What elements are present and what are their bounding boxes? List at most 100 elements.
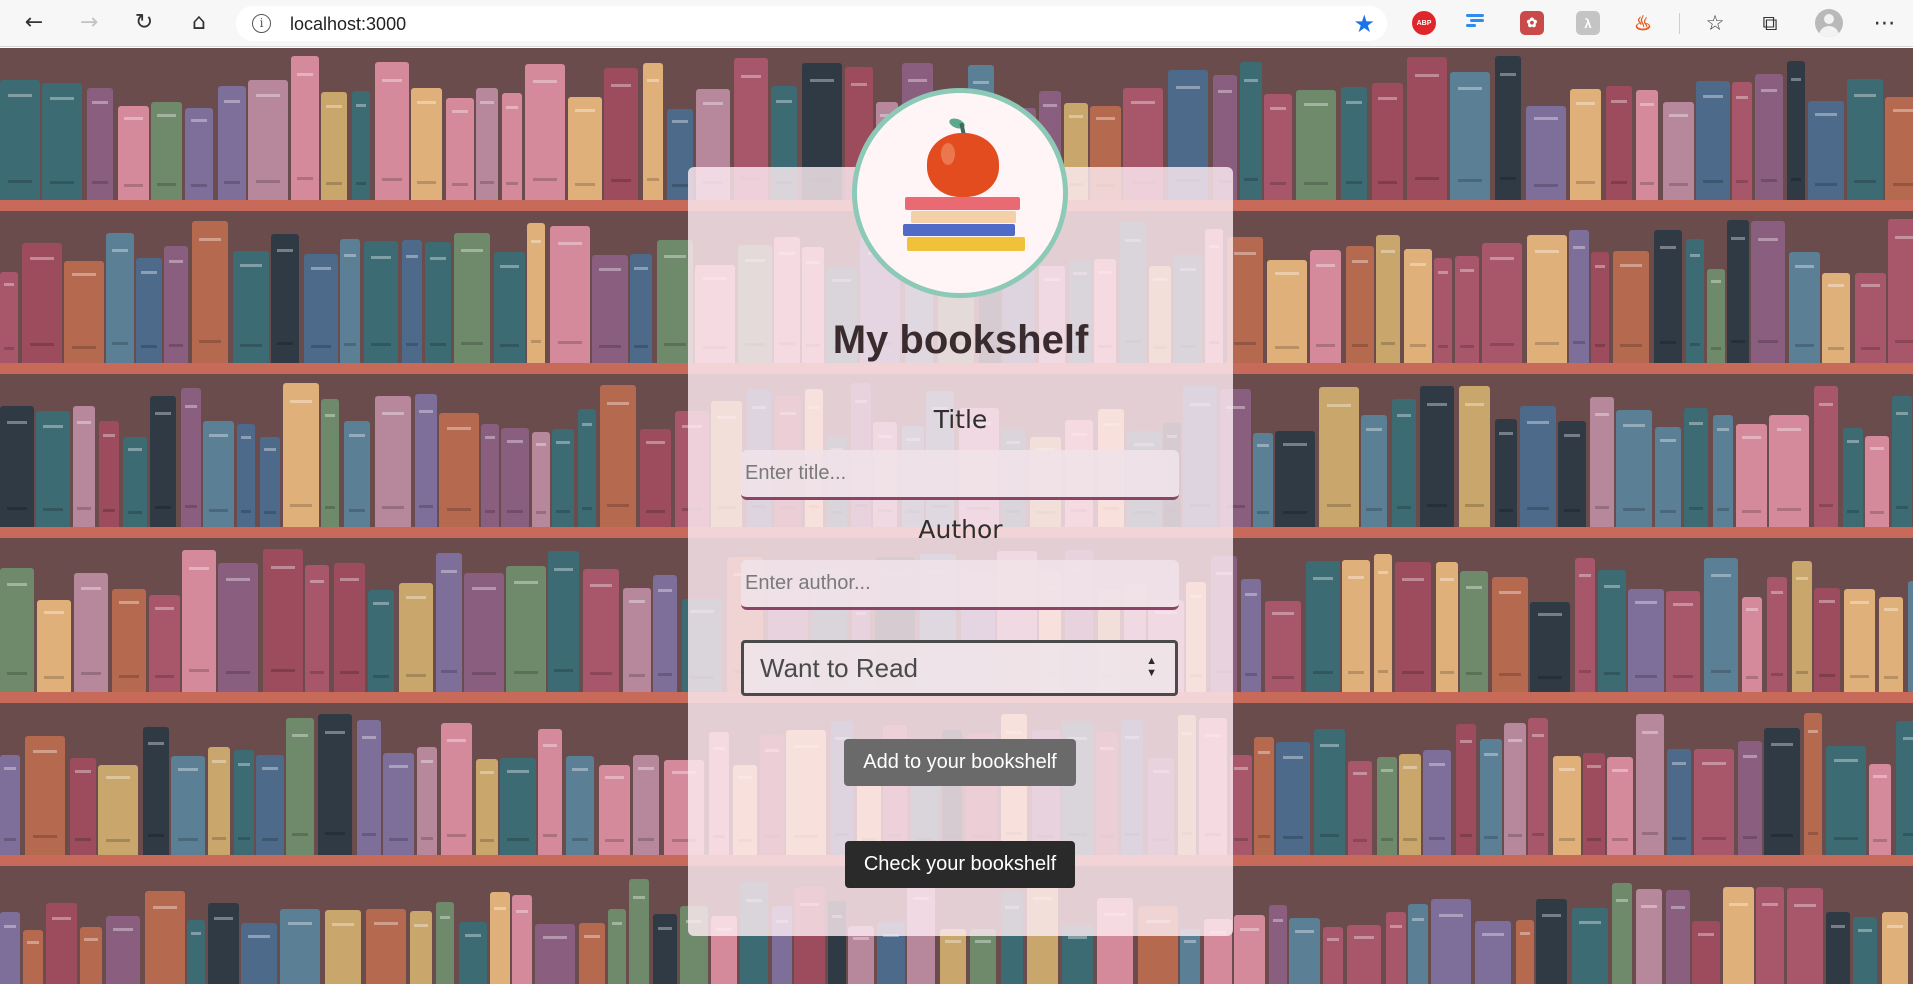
reload-icon[interactable]: ↻: [127, 6, 161, 40]
background-book: [604, 68, 638, 200]
author-input[interactable]: [741, 560, 1179, 610]
background-book: [940, 929, 966, 984]
background-book: [1264, 94, 1292, 200]
background-book: [1707, 269, 1725, 363]
background-book: [1598, 570, 1626, 692]
profile-avatar[interactable]: [1815, 9, 1843, 37]
background-book: [218, 86, 246, 200]
background-book: [1583, 753, 1605, 855]
background-book: [98, 765, 138, 855]
background-book: [1314, 729, 1345, 855]
red-extension-icon[interactable]: ✿: [1520, 11, 1544, 35]
background-book: [1374, 554, 1392, 692]
background-book: [527, 223, 545, 363]
toolbar-divider: [1679, 13, 1680, 34]
background-book: [1736, 424, 1767, 527]
fire-extension-icon[interactable]: ♨: [1631, 11, 1655, 35]
background-book: [1814, 386, 1838, 527]
background-book: [248, 80, 288, 200]
background-book: [417, 747, 437, 855]
background-book: [1855, 273, 1886, 363]
background-book: [1764, 728, 1800, 855]
background-book: [476, 759, 498, 855]
background-book: [280, 909, 320, 984]
background-book: [1504, 723, 1526, 855]
background-book: [494, 252, 525, 363]
background-book: [1347, 925, 1381, 984]
forward-arrow-icon[interactable]: →: [72, 6, 106, 40]
background-book: [608, 909, 626, 984]
background-book: [1663, 102, 1694, 200]
background-book: [1240, 62, 1262, 200]
background-book: [1814, 588, 1840, 692]
background-book: [550, 226, 590, 363]
background-book: [1495, 419, 1517, 527]
background-book: [548, 551, 579, 692]
background-book: [334, 563, 365, 692]
background-book: [1572, 908, 1608, 984]
back-arrow-icon[interactable]: ←: [17, 6, 51, 40]
background-book: [454, 233, 490, 363]
background-book: [1616, 410, 1652, 527]
background-book: [1732, 82, 1752, 200]
logo-book-shape: [911, 211, 1016, 223]
background-book: [237, 424, 255, 527]
background-book: [1423, 750, 1451, 855]
check-bookshelf-button[interactable]: Check your bookshelf: [845, 841, 1075, 888]
background-book: [321, 399, 339, 527]
background-book: [208, 747, 230, 855]
background-book: [630, 254, 652, 363]
background-book: [1407, 57, 1447, 200]
background-book: [415, 394, 437, 527]
background-book: [1879, 597, 1903, 692]
gray-extension-icon[interactable]: λ: [1576, 11, 1600, 35]
favorite-star-icon[interactable]: ★: [1353, 10, 1375, 38]
background-book: [1234, 915, 1265, 984]
address-bar[interactable]: i localhost:3000 ★: [236, 6, 1387, 41]
logo-book-shape: [907, 237, 1025, 251]
background-book: [291, 56, 319, 200]
collections-icon[interactable]: ⧉: [1755, 8, 1785, 38]
background-book: [1241, 579, 1261, 692]
background-book: [1408, 904, 1428, 984]
background-book: [1404, 249, 1432, 363]
background-book: [1570, 89, 1601, 200]
background-book: [566, 756, 594, 855]
more-menu-icon[interactable]: ⋯: [1870, 8, 1900, 38]
background-book: [633, 755, 659, 855]
url-text[interactable]: localhost:3000: [290, 14, 406, 35]
favorites-icon[interactable]: ☆: [1700, 8, 1730, 38]
background-book: [1591, 252, 1609, 363]
background-book: [241, 923, 277, 984]
site-info-icon[interactable]: i: [252, 14, 271, 33]
background-book: [538, 729, 562, 855]
background-book: [1869, 764, 1891, 855]
background-book: [1908, 581, 1913, 692]
page-title: My bookshelf: [832, 318, 1089, 362]
reading-status-value: Want to Read: [760, 652, 919, 683]
background-book: [0, 755, 20, 855]
background-book: [340, 239, 360, 363]
background-book: [185, 108, 213, 200]
home-icon[interactable]: ⌂: [182, 6, 216, 40]
background-book: [425, 242, 451, 363]
background-book: [1804, 713, 1822, 855]
background-book: [151, 102, 182, 200]
background-book: [1267, 260, 1307, 363]
background-book: [1655, 427, 1681, 527]
background-book: [1528, 718, 1548, 855]
logo-book-shape: [905, 197, 1020, 210]
add-to-bookshelf-button[interactable]: Add to your bookshelf: [844, 739, 1076, 786]
background-book: [592, 255, 628, 363]
title-input[interactable]: [741, 450, 1179, 500]
background-book: [1527, 235, 1567, 363]
list-extension-icon[interactable]: [1466, 11, 1488, 35]
background-book: [123, 437, 147, 527]
reading-status-select[interactable]: Want to Read ▲ ▼: [741, 640, 1178, 696]
background-book: [1480, 739, 1502, 855]
background-book: [74, 573, 108, 692]
background-book: [439, 413, 479, 527]
background-book: [1306, 561, 1340, 692]
adblock-plus-icon[interactable]: ABP: [1412, 11, 1436, 35]
background-book: [318, 714, 352, 855]
